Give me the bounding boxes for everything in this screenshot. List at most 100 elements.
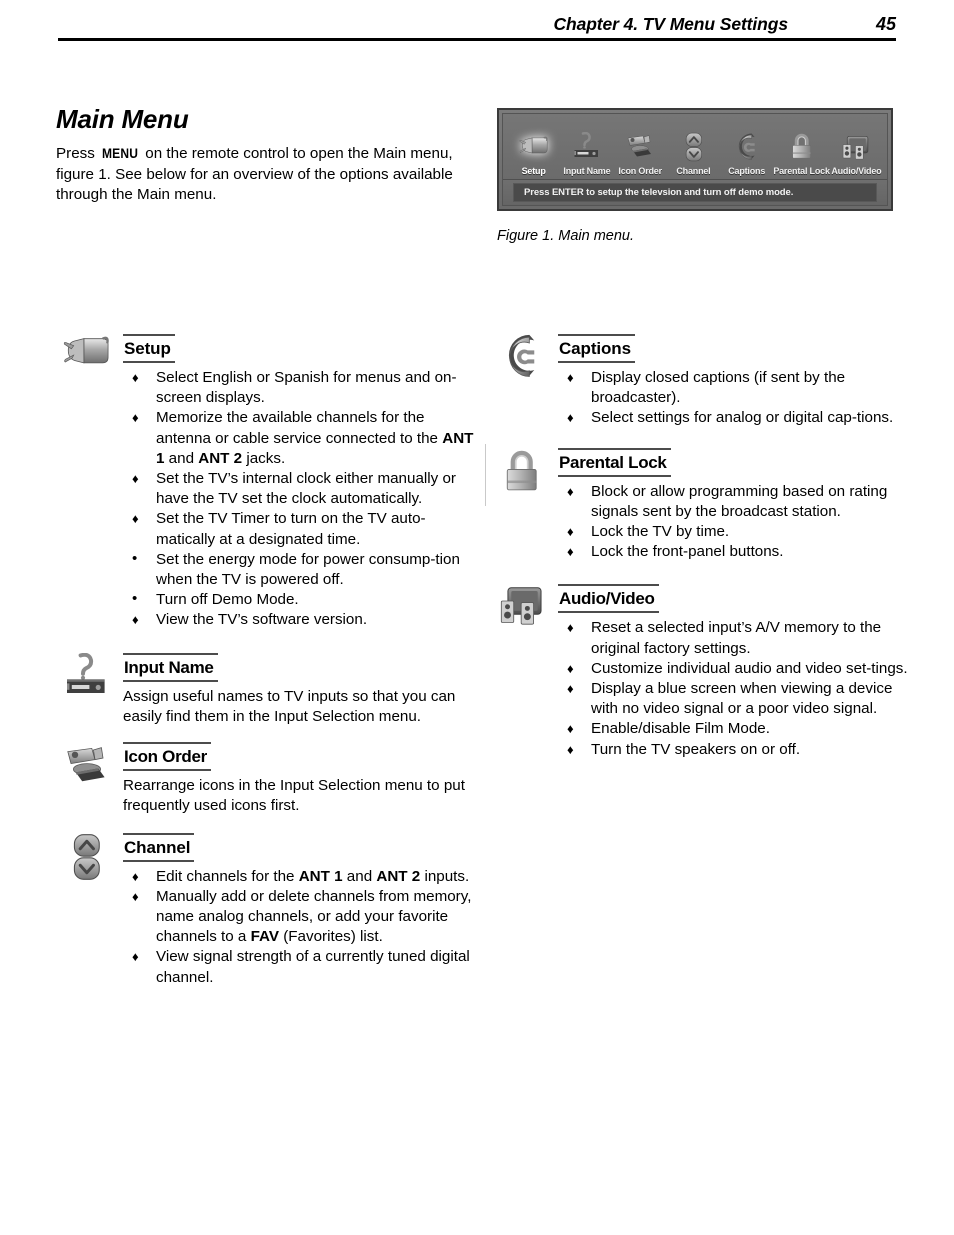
bullet-marker-diamond: ♦ [567,370,574,385]
emphasis-text: FAV [250,928,279,946]
captions-c-icon [732,128,762,166]
text-run: Lock the front-panel buttons. [591,543,784,561]
camcorder-icon [56,742,118,804]
section-heading-input-name: Input Name [123,652,218,682]
text-run: Customize individual audio and video set… [591,659,908,677]
menu-item-audio-video[interactable]: Audio/Video [830,116,883,179]
list-item-text: Turn off Demo Mode. [156,591,299,608]
figure-caption: Figure 1. Main menu. [497,228,635,244]
section-body: Channel ♦ Edit channels for the ANT 1 and … [123,832,476,988]
menu-icon-row: Setup Input Name Icon Order Channel Capt… [503,114,887,180]
text-run: Set the energy mode for power consump-ti… [156,550,460,589]
bullet-list: ♦ Block or allow programming based on rat… [558,482,911,563]
right-column: Captions ♦ Display closed captions (if sen… [485,334,911,762]
text-run: Reset a selected input’s A/V memory to t… [591,619,882,657]
list-item: ♦ Edit channels for the ANT 1 and ANT 2 i… [123,867,476,887]
menu-item-setup[interactable]: Setup [507,116,560,179]
list-item: • Set the energy mode for power consump-t… [123,550,476,590]
list-item: ♦ Block or allow programming based on rat… [558,482,911,522]
list-item-text: Enable/disable Film Mode. [591,720,770,737]
text-run: Turn the TV speakers on or off. [591,740,801,758]
list-item: ♦ View signal strength of a currently tun… [123,947,476,987]
list-item-text: Manually add or delete channels from mem… [156,888,471,945]
list-item-text: Turn the TV speakers on or off. [591,741,800,758]
bullet-marker-diamond: ♦ [567,721,574,737]
menu-item-input-name[interactable]: Input Name [560,116,613,179]
section-captions: Captions ♦ Display closed captions (if sen… [491,334,911,429]
menu-item-label: Input Name [563,166,611,176]
text-run: (Favorites) list. [279,928,383,946]
list-item: ♦ Lock the TV by time. [558,522,911,542]
captions-c-icon [491,334,553,396]
power-plug-icon [519,128,549,166]
list-item: ♦ Customize individual audio and video se… [558,659,911,679]
list-item: ♦ Lock the front-panel buttons. [558,542,911,562]
emphasis-text: ANT 1 [298,867,343,885]
menu-item-channel[interactable]: Channel [667,116,720,179]
text-run: inputs. [420,867,470,885]
section-channel: Channel ♦ Edit channels for the ANT 1 and … [56,832,476,988]
text-run: Display a blue screen when viewing a dev… [591,680,893,718]
text-run: jacks. [242,449,286,467]
tv-speakers-icon [491,584,553,646]
intro-block: Main Menu Press MENU on the remote contr… [56,104,481,206]
channel-updown-icon [56,833,118,895]
text-run: Enable/disable Film Mode. [591,720,770,738]
section-body: Audio/Video ♦ Reset a selected input’s A/V… [558,584,911,759]
bullet-marker-diamond: ♦ [132,868,139,884]
menu-item-icon-order[interactable]: Icon Order [614,116,667,179]
chapter-title: Chapter 4. TV Menu Settings [553,14,788,34]
list-item-text: Customize individual audio and video set… [591,660,908,677]
list-item: ♦ Manually add or delete channels from me… [123,887,476,948]
section-audio-video: Audio/Video ♦ Reset a selected input’s A/V… [491,584,911,759]
bullet-marker-round: • [132,549,138,567]
section-heading-channel: Channel [123,832,195,862]
bullet-marker-diamond: ♦ [132,612,139,628]
text-run: Memorize the available channels for the … [156,409,443,447]
intro-text-before: Press [56,145,100,162]
page-title: Main Menu [56,104,189,134]
list-item-text: Lock the front-panel buttons. [591,543,784,560]
menu-item-label: Captions [728,166,766,176]
list-item: • Turn off Demo Mode. [123,590,476,610]
menu-status-bar: Press ENTER to setup the televsion and t… [503,180,887,205]
menu-item-captions[interactable]: Captions [720,116,773,179]
text-run: and [342,867,377,885]
bullet-marker-diamond: ♦ [567,483,574,499]
list-item: ♦ Memorize the available channels for the… [123,408,476,469]
section-body: Captions ♦ Display closed captions (if sen… [558,334,911,429]
page-number: 45 [875,14,896,34]
menu-item-parental-lock[interactable]: Parental Lock [773,116,830,179]
section-heading-icon-order: Icon Order [123,741,211,771]
bullet-marker-diamond: ♦ [132,888,139,904]
bullet-marker-round: • [132,590,138,608]
list-item: ♦ Enable/disable Film Mode. [558,719,911,739]
bullet-marker-diamond: ♦ [132,471,139,487]
vcr-question-icon [56,652,118,715]
emphasis-text: ANT 2 [198,449,243,467]
section-heading-parental-lock: Parental Lock [558,447,671,477]
camcorder-icon [625,128,655,166]
bullet-marker-diamond: ♦ [132,511,139,527]
list-item: ♦ Display closed captions (if sent by the… [558,368,911,408]
text-run: Set the TV’s internal clock either manua… [156,470,456,508]
emphasis-text: ANT 2 [376,867,421,885]
menu-item-label: Setup [521,166,546,176]
bullet-marker-diamond: ♦ [567,741,574,757]
bullet-list: ♦ Edit channels for the ANT 1 and ANT 2 i… [123,867,476,988]
list-item-text: Lock the TV by time. [591,523,729,540]
section-paragraph: Assign useful names to TV inputs so that… [123,687,456,726]
list-item: ♦ Reset a selected input’s A/V memory to … [558,618,911,658]
bullet-marker-diamond: ♦ [567,681,574,697]
section-parental-lock: Parental Lock ♦ Block or allow programming… [485,443,911,563]
text-run: Lock the TV by time. [591,523,730,541]
bullet-marker-diamond: ♦ [567,524,574,540]
list-item-text: View the TV’s software version. [156,611,367,628]
text-run: Set the TV Timer to turn on the TV auto-… [156,510,426,548]
text-run: View the TV’s software version. [156,611,368,629]
padlock-icon [790,128,813,166]
left-column: Setup ♦ Select English or Spanish for menu… [56,334,476,990]
vcr-question-icon [572,128,602,166]
tv-main-menu-screenshot: Setup Input Name Icon Order Channel Capt… [497,108,893,211]
section-body: Input Name Assign useful names to TV inpu… [123,652,476,728]
